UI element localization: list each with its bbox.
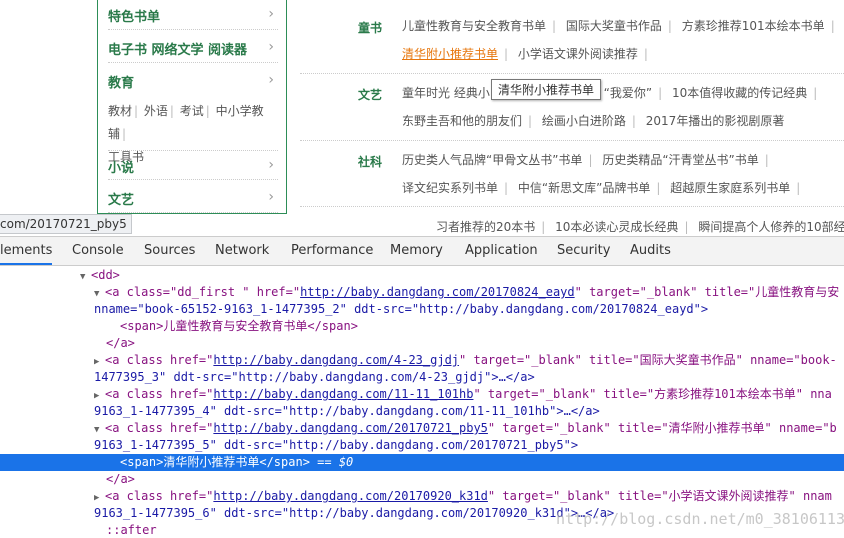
book-list-link[interactable]: 历史类人气品牌“甲骨文丛书”书单 <box>402 153 582 167</box>
dom-href-link[interactable]: http://baby.dangdang.com/20170824_eayd <box>300 285 575 299</box>
sub-link[interactable]: 外语 <box>144 104 168 118</box>
book-list-link[interactable]: 童年时光 经典小 <box>402 86 490 100</box>
dom-attr-continuation: 9163_1-1477395_5" ddt-src="http://baby.d… <box>94 438 579 452</box>
row-label-children: 童书 <box>358 21 383 35</box>
dom-node-span[interactable]: <span>儿童性教育与安全教育书单</span> <box>0 318 844 335</box>
divider <box>300 206 844 207</box>
link-line: 童年时光 经典小 “我爱你” | 10本值得收藏的传记经典 | <box>402 86 818 100</box>
dom-attr-continuation: nname="book-65152-9163_1-1477395_2" ddt-… <box>94 302 709 316</box>
dom-tree[interactable]: ▼ <dd> ▼ <a class="dd_first " href="http:/… <box>0 267 844 538</box>
dom-href-link[interactable]: http://baby.dangdang.com/11-11_101hb <box>213 387 473 401</box>
link-line: 儿童性教育与安全教育书单 | 国际大奖童书作品 | 方素珍推荐101本绘本书单 | <box>402 19 835 33</box>
tab-audits[interactable]: Audits <box>630 237 671 265</box>
row-label-social-science: 社科 <box>358 155 383 169</box>
tab-performance[interactable]: Performance <box>291 237 373 265</box>
dom-node-dd[interactable]: ▼ <dd> <box>0 267 844 284</box>
nav-cat-featured-lists[interactable]: 特色书单 › <box>108 0 278 30</box>
book-list-link[interactable]: 超越原生家庭系列书单 <box>670 181 790 195</box>
nav-cat-label: 特色书单 <box>108 10 161 25</box>
book-list-link[interactable]: “我爱你” <box>604 86 652 100</box>
book-list-link[interactable]: 方素珍推荐101本绘本书单 <box>682 19 825 33</box>
link-line: 清华附小推荐书单 | 小学语文课外阅读推荐 | <box>402 47 648 61</box>
dom-attr-continuation: 9163_1-1477395_4" ddt-src="http://baby.d… <box>94 404 600 418</box>
dom-node-close: </a> <box>106 472 135 486</box>
divider <box>300 140 844 141</box>
console-ref-badge: == $0 <box>317 455 354 469</box>
devtools-tabbar: lements Console Sources Network Performa… <box>0 237 844 266</box>
tab-elements[interactable]: lements <box>0 237 53 265</box>
book-list-link-hovered[interactable]: 清华附小推荐书单 <box>402 47 498 61</box>
dom-node-a[interactable]: ▶ <a class href="http://baby.dangdang.com… <box>0 352 844 369</box>
dom-node-a[interactable]: ▼ <a class href="http://baby.dangdang.com… <box>0 420 844 437</box>
book-list-link[interactable]: 10本必读心灵成长经典 <box>555 220 678 234</box>
nav-cat-label: 文艺 <box>108 193 135 208</box>
book-list-link[interactable]: 2017年播出的影视剧原著 <box>646 114 785 128</box>
tab-network[interactable]: Network <box>215 237 269 265</box>
row-label-literature: 文艺 <box>358 88 383 102</box>
nav-cat-novels[interactable]: 小说 › <box>108 150 278 180</box>
dom-node-close: </a> <box>106 336 135 350</box>
caret-down-icon[interactable]: ▼ <box>94 286 105 301</box>
book-list-link[interactable]: 瞬间提高个人修养的10部经典 <box>698 220 844 234</box>
sub-link[interactable]: 教材 <box>108 104 132 118</box>
dom-node-a[interactable]: ▶ <a class href="http://baby.dangdang.com… <box>0 488 844 505</box>
book-list-link[interactable]: 儿童性教育与安全教育书单 <box>402 19 546 33</box>
nav-cat-literature[interactable]: 文艺 › <box>108 183 278 213</box>
link-line: 东野圭吾和他的朋友们 | 绘画小白进阶路 | 2017年播出的影视剧原著 <box>402 114 785 128</box>
book-list-link[interactable]: 10本值得收藏的传记经典 <box>672 86 807 100</box>
link-line: 译文纪实系列书单 | 中信“新思文库”品牌书单 | 超越原生家庭系列书单 | <box>402 181 801 195</box>
caret-right-icon[interactable]: ▶ <box>94 388 105 403</box>
dom-node-span-selected[interactable]: <span>清华附小推荐书单</span> == $0 <box>0 454 844 471</box>
link-line: 历史类人气品牌“甲骨文丛书”书单 | 历史类精品“汗青堂丛书”书单 | <box>402 153 769 167</box>
book-list-link[interactable]: 国际大奖童书作品 <box>566 19 662 33</box>
tab-application[interactable]: Application <box>465 237 538 265</box>
blog-watermark: http://blog.csdn.net/m0_38106113 <box>556 510 844 528</box>
dom-node-a[interactable]: ▼ <a class="dd_first " href="http://baby.… <box>0 284 844 301</box>
caret-right-icon[interactable]: ▶ <box>94 490 105 505</box>
tab-sources[interactable]: Sources <box>144 237 195 265</box>
book-list-link[interactable]: 小学语文课外阅读推荐 <box>518 47 638 61</box>
nav-cat-label: 教育 <box>108 76 135 91</box>
nav-cat-label: 电子书 网络文学 阅读器 <box>108 43 248 58</box>
chevron-right-icon: › <box>268 189 274 205</box>
caret-down-icon[interactable]: ▼ <box>80 269 91 284</box>
dom-href-link[interactable]: http://baby.dangdang.com/20170721_pby5 <box>213 421 488 435</box>
dom-href-link[interactable]: http://baby.dangdang.com/4-23_gjdj <box>213 353 459 367</box>
nav-cat-ebooks[interactable]: 电子书 网络文学 阅读器 › <box>108 33 278 63</box>
book-list-link[interactable]: 译文纪实系列书单 <box>402 181 498 195</box>
chevron-right-icon: › <box>268 39 274 55</box>
tab-security[interactable]: Security <box>557 237 610 265</box>
book-list-link[interactable]: 中信“新思文库”品牌书单 <box>518 181 650 195</box>
tab-console[interactable]: Console <box>72 237 124 265</box>
category-nav: 特色书单 › 电子书 网络文学 阅读器 › 教育 › 教材 | 外语 | 考试 | 中… <box>97 0 287 214</box>
book-list-link[interactable]: 绘画小白进阶路 <box>542 114 626 128</box>
sub-link[interactable]: 考试 <box>180 104 204 118</box>
tab-memory[interactable]: Memory <box>390 237 443 265</box>
book-list-link[interactable]: 东野圭吾和他的朋友们 <box>402 114 522 128</box>
nav-cat-education[interactable]: 教育 › <box>108 66 278 96</box>
link-line: 习者推荐的20本书 | 10本必读心灵成长经典 | 瞬间提高个人修养的10部经典 <box>436 218 844 235</box>
dom-href-link[interactable]: http://baby.dangdang.com/20170920_k31d <box>213 489 488 503</box>
devtools-panel: lements Console Sources Network Performa… <box>0 236 844 538</box>
dom-node-a[interactable]: ▶ <a class href="http://baby.dangdang.com… <box>0 386 844 403</box>
caret-right-icon[interactable]: ▶ <box>94 354 105 369</box>
divider <box>300 73 844 74</box>
website-viewport: 特色书单 › 电子书 网络文学 阅读器 › 教育 › 教材 | 外语 | 考试 | 中… <box>0 0 844 214</box>
book-list-link[interactable]: 习者推荐的20本书 <box>436 220 535 234</box>
chevron-right-icon: › <box>268 72 274 88</box>
link-tooltip: 清华附小推荐书单 <box>491 79 602 100</box>
link-status-bar: com/20170721_pby5 <box>0 214 132 234</box>
caret-down-icon[interactable]: ▼ <box>94 422 105 437</box>
dom-attr-continuation: 1477395_3" ddt-src="http://baby.dangdang… <box>94 370 535 384</box>
book-list-panel: 童书 儿童性教育与安全教育书单 | 国际大奖童书作品 | 方素珍推荐101本绘本书单… <box>300 0 844 214</box>
chevron-right-icon: › <box>268 157 274 173</box>
nav-cat-label: 小说 <box>108 161 135 176</box>
chevron-right-icon: › <box>268 6 274 22</box>
book-list-link[interactable]: 历史类精品“汗青堂丛书”书单 <box>602 153 758 167</box>
